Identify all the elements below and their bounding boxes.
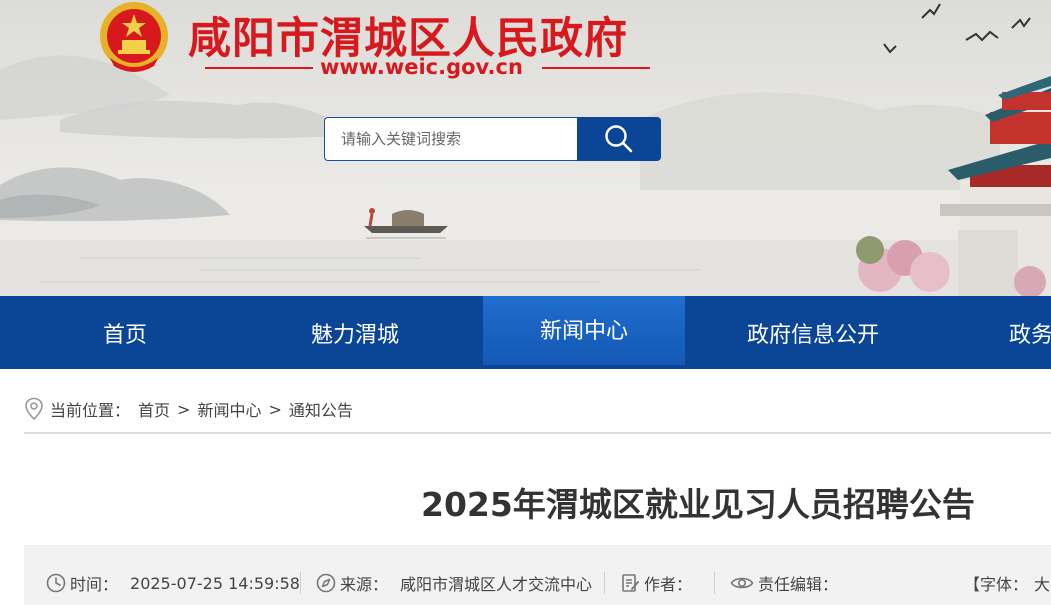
header-banner: 咸阳市渭城区人民政府 www.weic.gov.cn (0, 0, 1051, 296)
meta-time: 时间： 2025-07-25 14:59:58 (46, 572, 300, 594)
breadcrumb: 当前位置： 首页 > 新闻中心 > 通知公告 (24, 396, 353, 422)
national-emblem-icon (100, 2, 168, 72)
site-url: www.weic.gov.cn (320, 55, 523, 79)
article-meta-bar: 时间： 2025-07-25 14:59:58 来源： 咸阳市渭城区人才交流中心… (24, 545, 1051, 605)
meta-time-label: 时间： (70, 575, 119, 594)
search-input[interactable] (324, 117, 577, 161)
meta-divider (300, 572, 301, 594)
article-title: 2025年渭城区就业见习人员招聘公告 (421, 485, 975, 524)
location-pin-icon (25, 397, 43, 421)
search-button[interactable] (577, 117, 661, 161)
meta-editor-label: 责任编辑： (758, 575, 839, 594)
breadcrumb-divider (24, 432, 1051, 434)
nav-item-news-center[interactable]: 新闻中心 (483, 296, 685, 365)
compass-icon (316, 573, 336, 593)
meta-author-label: 作者： (644, 575, 693, 594)
main-nav: 首页 魅力渭城 新闻中心 政府信息公开 政务服 (0, 296, 1051, 369)
meta-divider (714, 572, 715, 594)
nav-item-charm-weicheng[interactable]: 魅力渭城 (254, 296, 456, 369)
meta-source: 来源： 咸阳市渭城区人才交流中心 (316, 572, 592, 594)
eye-icon (730, 577, 754, 589)
meta-source-value: 咸阳市渭城区人才交流中心 (400, 575, 593, 594)
meta-editor: 责任编辑： (730, 572, 838, 594)
site-url-row: www.weic.gov.cn (205, 54, 650, 82)
search-icon (605, 125, 633, 153)
nav-item-home[interactable]: 首页 (24, 296, 226, 369)
decorative-divider (205, 67, 313, 69)
font-size-controls: 【字体： 大 (964, 572, 1050, 594)
meta-author: 作者： (620, 572, 692, 594)
breadcrumb-link-notices[interactable]: 通知公告 (289, 397, 353, 421)
breadcrumb-prefix: 当前位置： (50, 401, 131, 420)
nav-item-gov-services[interactable]: 政务服 (941, 296, 1051, 369)
nav-item-gov-info-disclosure[interactable]: 政府信息公开 (712, 296, 914, 369)
font-size-large-option[interactable]: 大 (1034, 571, 1050, 595)
decorative-divider (542, 67, 650, 69)
clock-icon (46, 573, 66, 593)
meta-source-label: 来源： (340, 575, 389, 594)
edit-document-icon (622, 574, 639, 592)
breadcrumb-link-home[interactable]: 首页 (138, 397, 170, 421)
breadcrumb-separator: > (268, 399, 282, 419)
breadcrumb-separator: > (177, 399, 191, 419)
breadcrumb-link-news-center[interactable]: 新闻中心 (197, 397, 261, 421)
font-size-label: 【字体： (964, 575, 1029, 594)
meta-divider (604, 572, 605, 594)
meta-time-value: 2025-07-25 14:59:58 (130, 573, 300, 593)
